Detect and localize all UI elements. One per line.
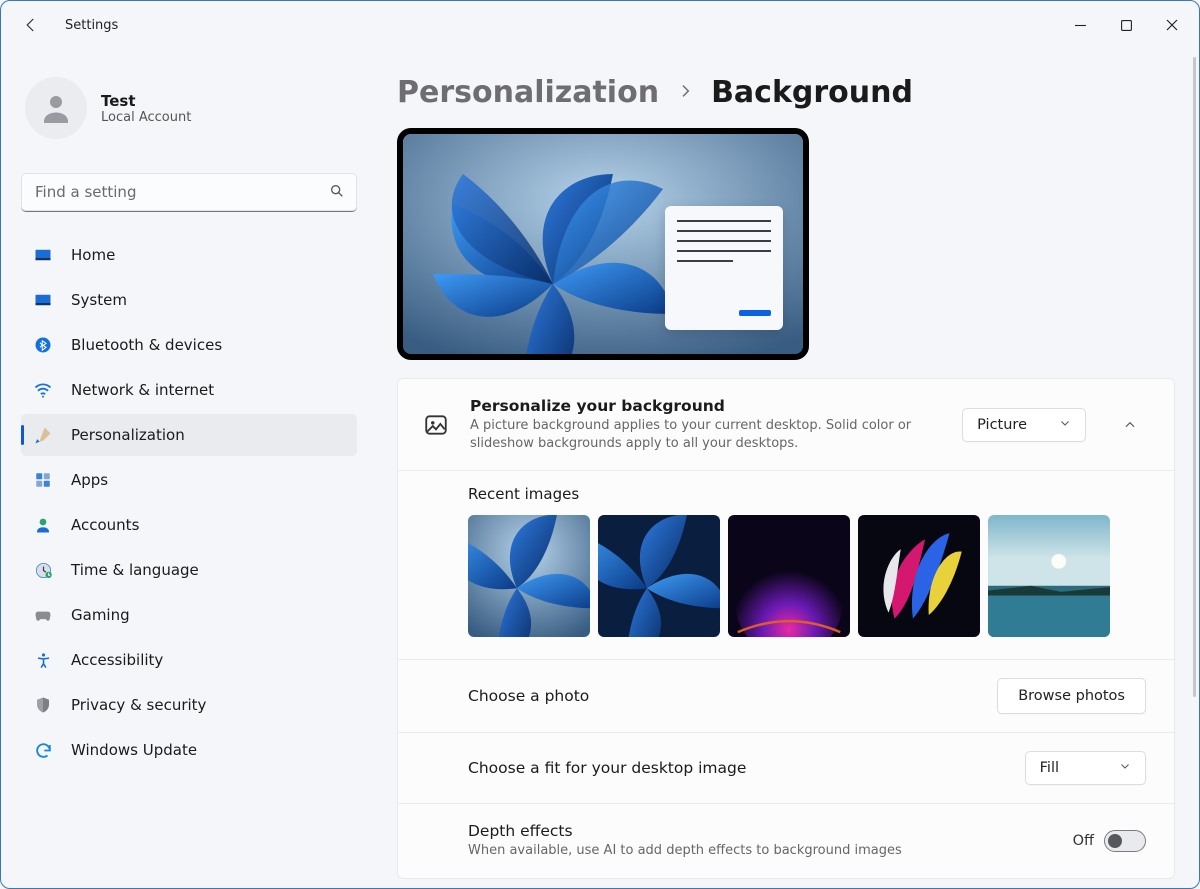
choose-fit-title: Choose a fit for your desktop image bbox=[468, 759, 1005, 777]
breadcrumb-current: Background bbox=[711, 75, 913, 110]
picture-icon bbox=[422, 411, 450, 439]
background-type-select[interactable]: Picture bbox=[962, 408, 1086, 442]
sidebar-item-bluetooth[interactable]: Bluetooth & devices bbox=[21, 324, 357, 366]
accessibility-icon bbox=[33, 650, 53, 670]
recent-images-row: Recent images bbox=[398, 470, 1174, 659]
sidebar-item-label: Personalization bbox=[71, 426, 185, 444]
collapse-expander[interactable] bbox=[1114, 418, 1146, 432]
sidebar-item-network[interactable]: Network & internet bbox=[21, 369, 357, 411]
search-input[interactable] bbox=[21, 173, 357, 212]
wifi-icon bbox=[33, 380, 53, 400]
sidebar-item-privacy[interactable]: Privacy & security bbox=[21, 684, 357, 726]
paintbrush-icon bbox=[33, 425, 53, 445]
select-value: Fill bbox=[1040, 760, 1059, 776]
maximize-icon bbox=[1121, 20, 1132, 31]
sidebar-item-personalization[interactable]: Personalization bbox=[21, 414, 357, 456]
clock-icon bbox=[33, 560, 53, 580]
sidebar-item-accessibility[interactable]: Accessibility bbox=[21, 639, 357, 681]
apps-icon bbox=[33, 470, 53, 490]
account-name: Test bbox=[101, 92, 191, 110]
sidebar-item-label: Time & language bbox=[71, 561, 199, 579]
select-value: Picture bbox=[977, 417, 1027, 433]
minimize-button[interactable] bbox=[1057, 9, 1103, 41]
chevron-down-icon bbox=[1059, 417, 1071, 433]
depth-desc: When available, use AI to add depth effe… bbox=[468, 842, 1053, 860]
sidebar-item-label: Privacy & security bbox=[71, 696, 206, 714]
close-button[interactable] bbox=[1149, 9, 1195, 41]
person-icon bbox=[38, 90, 74, 126]
sidebar-item-label: Accessibility bbox=[71, 651, 163, 669]
personalize-desc: A picture background applies to your cur… bbox=[470, 417, 930, 452]
depth-title: Depth effects bbox=[468, 822, 1053, 840]
avatar bbox=[25, 77, 87, 139]
titlebar: Settings bbox=[1, 1, 1199, 49]
toggle-knob bbox=[1108, 834, 1122, 848]
sidebar-item-system[interactable]: System bbox=[21, 279, 357, 321]
browse-photos-button[interactable]: Browse photos bbox=[997, 678, 1146, 714]
search-wrap bbox=[21, 173, 357, 212]
search-icon bbox=[329, 183, 345, 203]
breadcrumb-parent[interactable]: Personalization bbox=[397, 75, 659, 110]
recent-image-4[interactable] bbox=[858, 515, 980, 637]
recent-images-title: Recent images bbox=[468, 485, 1150, 503]
sidebar-item-update[interactable]: Windows Update bbox=[21, 729, 357, 771]
recent-image-1[interactable] bbox=[468, 515, 590, 637]
account-block[interactable]: Test Local Account bbox=[21, 73, 357, 157]
desktop-preview bbox=[397, 128, 809, 360]
sidebar-item-label: Accounts bbox=[71, 516, 139, 534]
sidebar: Test Local Account Home System Bluetooth… bbox=[1, 49, 373, 888]
breadcrumb: Personalization Background bbox=[397, 75, 1175, 110]
recent-image-5[interactable] bbox=[988, 515, 1110, 637]
sidebar-item-label: Home bbox=[71, 246, 115, 264]
depth-toggle[interactable] bbox=[1104, 830, 1146, 852]
minimize-icon bbox=[1075, 20, 1086, 31]
chevron-up-icon bbox=[1123, 418, 1137, 432]
shield-icon bbox=[33, 695, 53, 715]
sidebar-item-label: System bbox=[71, 291, 127, 309]
update-icon bbox=[33, 740, 53, 760]
sidebar-item-label: Gaming bbox=[71, 606, 130, 624]
personalize-row: Personalize your background A picture ba… bbox=[398, 379, 1174, 470]
choose-photo-row: Choose a photo Browse photos bbox=[398, 659, 1174, 732]
fit-select[interactable]: Fill bbox=[1025, 751, 1146, 785]
sidebar-item-label: Apps bbox=[71, 471, 108, 489]
accounts-icon bbox=[33, 515, 53, 535]
choose-photo-title: Choose a photo bbox=[468, 687, 977, 705]
recent-image-3[interactable] bbox=[728, 515, 850, 637]
sidebar-item-gaming[interactable]: Gaming bbox=[21, 594, 357, 636]
sidebar-item-label: Windows Update bbox=[71, 741, 197, 759]
sidebar-item-label: Network & internet bbox=[71, 381, 214, 399]
app-title: Settings bbox=[65, 18, 118, 33]
main-content: Personalization Background bbox=[373, 49, 1199, 888]
bluetooth-icon bbox=[33, 335, 53, 355]
nav: Home System Bluetooth & devices Network … bbox=[21, 234, 357, 771]
maximize-button[interactable] bbox=[1103, 9, 1149, 41]
chevron-right-icon bbox=[677, 80, 693, 105]
background-settings-card: Personalize your background A picture ba… bbox=[397, 378, 1175, 879]
sidebar-item-accounts[interactable]: Accounts bbox=[21, 504, 357, 546]
chevron-down-icon bbox=[1119, 760, 1131, 776]
sidebar-item-time[interactable]: Time & language bbox=[21, 549, 357, 591]
sidebar-item-apps[interactable]: Apps bbox=[21, 459, 357, 501]
account-type: Local Account bbox=[101, 110, 191, 125]
sidebar-item-label: Bluetooth & devices bbox=[71, 336, 222, 354]
preview-sample-window bbox=[665, 206, 783, 330]
back-button[interactable] bbox=[15, 9, 47, 41]
button-label: Browse photos bbox=[1018, 688, 1125, 704]
home-icon bbox=[33, 245, 53, 265]
choose-fit-row: Choose a fit for your desktop image Fill bbox=[398, 732, 1174, 803]
vertical-scrollbar[interactable] bbox=[1191, 57, 1197, 777]
sidebar-item-home[interactable]: Home bbox=[21, 234, 357, 276]
depth-effects-row: Depth effects When available, use AI to … bbox=[398, 803, 1174, 878]
window-controls bbox=[1057, 9, 1195, 41]
arrow-left-icon bbox=[22, 16, 40, 34]
close-icon bbox=[1166, 19, 1178, 31]
toggle-state-label: Off bbox=[1073, 833, 1094, 849]
recent-image-2[interactable] bbox=[598, 515, 720, 637]
gamepad-icon bbox=[33, 605, 53, 625]
personalize-title: Personalize your background bbox=[470, 397, 942, 415]
system-icon bbox=[33, 290, 53, 310]
